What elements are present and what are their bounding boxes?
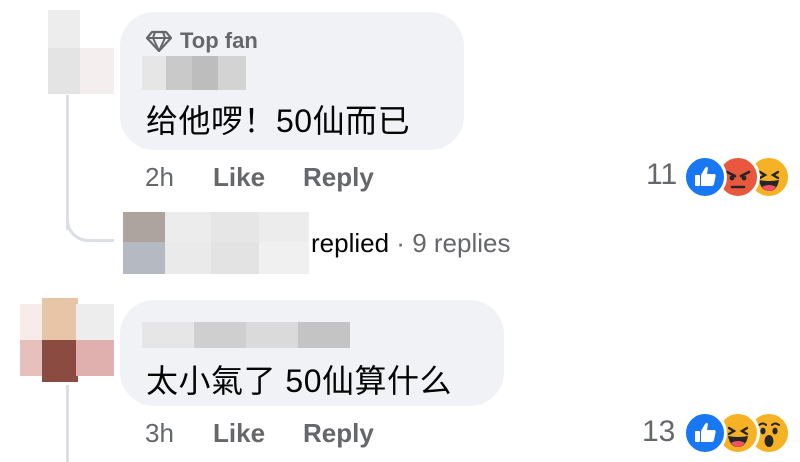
- replied-label: replied: [311, 228, 390, 258]
- like-button[interactable]: Like: [213, 162, 265, 193]
- comment-text: 给他啰！50仙而已: [146, 103, 411, 139]
- reply-button[interactable]: Reply: [303, 418, 374, 449]
- thread-line-curve: [66, 200, 114, 242]
- reaction-count[interactable]: 11: [646, 158, 677, 192]
- separator: ·: [396, 228, 405, 258]
- timestamp[interactable]: 3h: [145, 418, 174, 449]
- avatar[interactable]: [20, 10, 114, 94]
- badge-label: Top fan: [180, 28, 258, 53]
- reply-avatars[interactable]: [123, 212, 309, 274]
- reaction-count[interactable]: 13: [642, 415, 675, 449]
- comment-text: 太小氣了 50仙算什么: [146, 363, 452, 399]
- avatar[interactable]: [20, 296, 114, 382]
- commenter-name[interactable]: [142, 322, 350, 348]
- thread-line: [66, 385, 69, 462]
- replies-count: 9 replies: [412, 228, 511, 258]
- timestamp[interactable]: 2h: [145, 162, 174, 193]
- diamond-icon: [146, 30, 172, 52]
- commenter-name[interactable]: [142, 56, 246, 90]
- top-fan-badge: Top fan: [146, 28, 258, 54]
- reply-button[interactable]: Reply: [303, 162, 374, 193]
- like-button[interactable]: Like: [213, 418, 265, 449]
- like-icon: [683, 411, 727, 455]
- view-replies-link[interactable]: replied · 9 replies: [311, 228, 510, 259]
- reactions-summary[interactable]: [683, 155, 793, 199]
- like-icon: [683, 155, 727, 199]
- reactions-summary[interactable]: [683, 411, 793, 455]
